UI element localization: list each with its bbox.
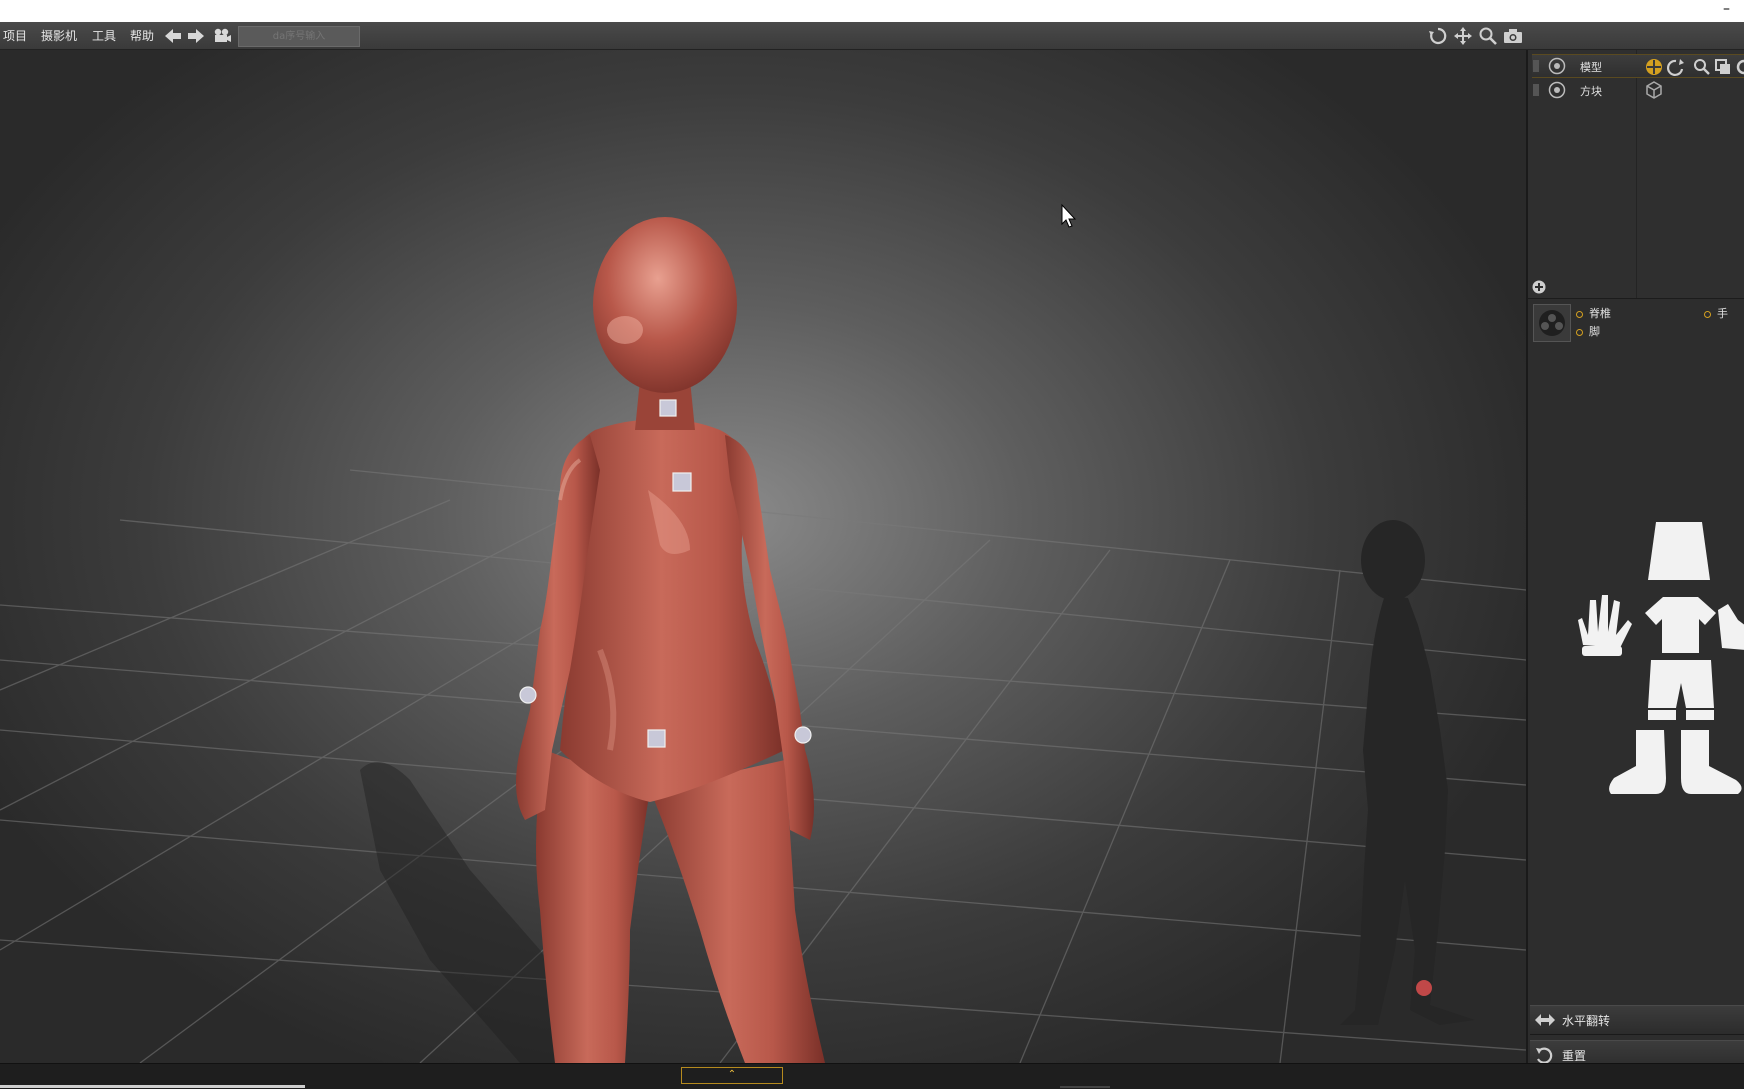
handle-chest <box>672 472 692 492</box>
layer-row-block[interactable]: 方块 <box>1532 79 1744 101</box>
left-hand-part-icon[interactable] <box>1568 590 1638 660</box>
menu-tools[interactable]: 工具 <box>92 27 116 44</box>
gizmo-icon[interactable] <box>1646 59 1662 75</box>
flip-label: 水平翻转 <box>1562 1014 1611 1028</box>
expand-arrow-icon[interactable] <box>1533 60 1539 72</box>
menu-project[interactable]: 项目 <box>3 27 27 44</box>
joint-thumbnail[interactable] <box>1533 304 1571 342</box>
reset-label: 重置 <box>1562 1049 1587 1063</box>
menu-help[interactable]: 帮助 <box>130 27 154 44</box>
zoom-icon[interactable] <box>1478 26 1498 46</box>
joints-panel: 脊椎 手 脚 <box>1528 300 1744 360</box>
minimize-button[interactable]: – <box>1723 0 1730 18</box>
flip-horizontal-button[interactable]: 水平翻转 <box>1530 1005 1744 1035</box>
move-icon[interactable] <box>1453 26 1473 46</box>
viewport-3d[interactable] <box>0 50 1526 1063</box>
head-part-icon[interactable] <box>1644 520 1714 585</box>
menu-camera[interactable]: 摄影机 <box>41 27 77 44</box>
3d-model[interactable] <box>516 217 825 1063</box>
layers-panel: 模型 方块 <box>1528 50 1744 299</box>
eye-icon[interactable] <box>1548 81 1566 99</box>
zoom-tool-icon[interactable] <box>1694 59 1710 75</box>
joint-hand[interactable]: 手 <box>1704 305 1728 321</box>
torso-part-icon[interactable] <box>1643 595 1718 655</box>
flip-arrows-icon <box>1535 1014 1555 1026</box>
handle-right-wrist <box>794 726 812 744</box>
body-part-selector <box>1528 520 1744 840</box>
handle-hips <box>647 729 666 748</box>
sequence-input[interactable] <box>238 26 360 47</box>
legs-part-icon[interactable] <box>1646 658 1716 723</box>
scene <box>0 203 1526 1063</box>
cube-icon[interactable] <box>1644 80 1664 100</box>
silhouette-figure <box>1340 520 1475 1025</box>
reset-icon <box>1536 1047 1553 1064</box>
mouse-cursor-icon <box>1061 203 1077 228</box>
layer-label: 模型 <box>1580 61 1602 74</box>
screenshot-icon[interactable] <box>1503 26 1523 46</box>
back-arrow-icon[interactable] <box>163 26 183 46</box>
right-panel: 模型 方块 脊椎 手 脚 水平翻转 重置 <box>1526 50 1744 1070</box>
duplicate-icon[interactable] <box>1715 59 1730 74</box>
right-hand-part-icon[interactable] <box>1718 590 1744 660</box>
layer-row-model[interactable]: 模型 <box>1532 54 1744 78</box>
layer-label: 方块 <box>1580 85 1602 98</box>
menubar: 项目 摄影机 工具 帮助 <box>0 22 1744 50</box>
camera-icon[interactable] <box>212 26 232 46</box>
window-titlebar: – <box>0 0 1744 22</box>
handle-left-wrist <box>519 686 537 704</box>
feet-part-icon[interactable] <box>1606 728 1744 798</box>
expand-arrow-icon[interactable] <box>1533 84 1539 96</box>
joint-marker <box>1416 980 1432 996</box>
joint-foot[interactable]: 脚 <box>1576 323 1600 339</box>
settings-icon[interactable] <box>1736 59 1744 75</box>
expand-panel-button[interactable]: ⌃ <box>681 1067 783 1084</box>
rotate-tool-icon[interactable] <box>1667 59 1684 76</box>
layer-tools <box>1644 57 1744 81</box>
add-layer-icon[interactable] <box>1532 280 1546 294</box>
joint-spine[interactable]: 脊椎 <box>1576 305 1611 321</box>
eye-icon[interactable] <box>1548 57 1566 75</box>
statusbar: ⌃ <box>0 1063 1744 1089</box>
rotate-icon[interactable] <box>1428 26 1448 46</box>
forward-arrow-icon[interactable] <box>186 26 206 46</box>
handle-neck <box>659 399 677 417</box>
